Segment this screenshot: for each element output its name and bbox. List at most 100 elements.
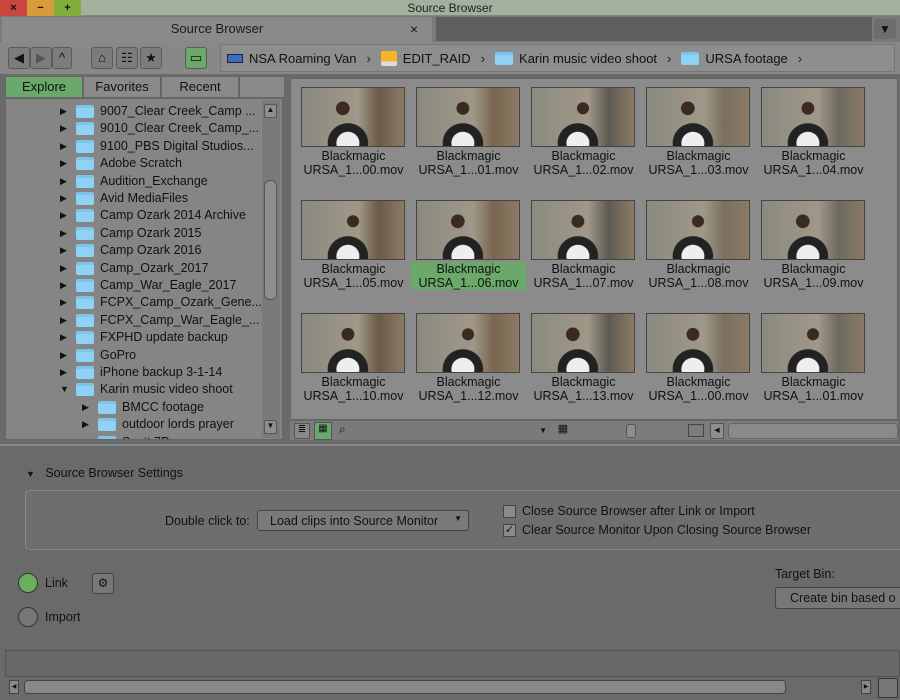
disclosure-open-icon[interactable]: ▼ — [60, 381, 70, 398]
bottom-hscrollbar[interactable]: ◀ ▶ — [6, 679, 876, 695]
search-input[interactable]: ⌕ ▼ — [336, 422, 550, 440]
tab-favorites[interactable]: Favorites — [83, 76, 161, 98]
clip-label[interactable]: Blackmagic URSA_1...09.mov — [756, 262, 871, 290]
tree-item[interactable]: ▶ FXPHD update backup — [60, 329, 228, 346]
back-arrow-icon[interactable]: ◀ — [8, 47, 30, 69]
clip-thumbnail[interactable] — [301, 200, 405, 260]
frame-view-icon[interactable]: ▦ — [314, 422, 332, 440]
disclosure-closed-icon[interactable]: ▶ — [60, 190, 70, 207]
disclosure-closed-icon[interactable]: ▶ — [60, 225, 70, 242]
clip-thumbnail[interactable] — [531, 313, 635, 373]
forward-arrow-icon[interactable]: ▶ — [30, 47, 52, 69]
disclosure-closed-icon[interactable]: ▶ — [60, 103, 70, 120]
tree-item[interactable]: ▶ Avid MediaFiles — [60, 190, 188, 207]
clip-thumbnail[interactable] — [531, 200, 635, 260]
breadcrumb-item[interactable]: NSA Roaming Van — [249, 51, 356, 66]
close-window-button[interactable]: × — [0, 0, 27, 16]
disclosure-closed-icon[interactable]: ▶ — [60, 277, 70, 294]
list-view-icon[interactable]: ≣ — [294, 423, 310, 439]
tree-item[interactable]: ▶ Camp_Ozark_2017 — [60, 260, 208, 277]
clear-monitor-checkbox[interactable]: ✓ Clear Source Monitor Upon Closing Sourc… — [503, 523, 811, 538]
tree-item[interactable]: ▶ BMCC footage — [82, 399, 204, 416]
panel-menu-icon[interactable]: ▼ — [874, 19, 896, 39]
thumbnail-size-slider[interactable] — [626, 424, 636, 438]
tree-item[interactable]: ▶ Scott 7D — [82, 434, 170, 439]
favorites-star-icon[interactable]: ★ — [140, 47, 162, 69]
clip-thumbnail[interactable] — [301, 87, 405, 147]
panel-tab-source-browser[interactable]: Source Browser × — [2, 17, 432, 42]
disclosure-closed-icon[interactable]: ▶ — [60, 260, 70, 277]
double-click-select[interactable]: Load clips into Source Monitor ▼ — [257, 510, 469, 531]
tree-scrollbar[interactable]: ▲ ▼ — [262, 100, 280, 438]
tree-item[interactable]: ▶ GoPro — [60, 347, 136, 364]
settings-disclosure[interactable]: ▼ Source Browser Settings — [26, 466, 183, 480]
disclosure-closed-icon[interactable]: ▶ — [82, 399, 92, 416]
maximize-window-button[interactable]: + — [54, 0, 81, 16]
disclosure-closed-icon[interactable]: ▶ — [60, 242, 70, 259]
clip-label[interactable]: Blackmagic URSA_1...07.mov — [526, 262, 641, 290]
scroll-left-button[interactable]: ◀ — [710, 423, 724, 439]
clip-thumbnail[interactable] — [301, 313, 405, 373]
disclosure-closed-icon[interactable]: ▶ — [60, 207, 70, 224]
breadcrumb-item[interactable]: Karin music video shoot — [519, 51, 657, 66]
clip-thumbnail[interactable] — [416, 200, 520, 260]
drive-toggle-icon[interactable]: ▭ — [185, 47, 207, 69]
scroll-right-button[interactable]: ▶ — [861, 680, 871, 694]
clip-label[interactable]: Blackmagic URSA_1...00.mov — [296, 149, 411, 177]
clip-thumbnail[interactable] — [416, 313, 520, 373]
resize-handle[interactable] — [878, 678, 898, 698]
breadcrumb-item[interactable]: EDIT_RAID — [403, 51, 471, 66]
close-panel-icon[interactable]: × — [410, 17, 418, 42]
tab-recent[interactable]: Recent — [161, 76, 239, 98]
disclosure-closed-icon[interactable]: ▶ — [60, 312, 70, 329]
clip-thumbnail[interactable] — [761, 87, 865, 147]
clip-label[interactable]: Blackmagic URSA_1...02.mov — [526, 149, 641, 177]
up-arrow-icon[interactable]: ^ — [52, 47, 72, 69]
scroll-thumb[interactable] — [264, 180, 277, 300]
scroll-up-button[interactable]: ▲ — [264, 104, 277, 118]
tree-item[interactable]: ▶ Adobe Scratch — [60, 155, 182, 172]
tree-item[interactable]: ▶ FCPX_Camp_Ozark_Gene... — [60, 294, 262, 311]
disclosure-closed-icon[interactable]: ▶ — [60, 120, 70, 137]
disclosure-closed-icon[interactable]: ▶ — [82, 434, 92, 439]
clip-label[interactable]: Blackmagic URSA_1...04.mov — [756, 149, 871, 177]
clip-thumbnail[interactable] — [646, 200, 750, 260]
search-dropdown-icon[interactable]: ▼ — [539, 426, 547, 435]
disclosure-closed-icon[interactable]: ▶ — [60, 364, 70, 381]
clip-thumbnail[interactable] — [416, 87, 520, 147]
disclosure-closed-icon[interactable]: ▶ — [82, 416, 92, 433]
tree-item[interactable]: ▶ Audition_Exchange — [60, 173, 208, 190]
tree-item[interactable]: ▶ Camp Ozark 2014 Archive — [60, 207, 246, 224]
disclosure-closed-icon[interactable]: ▶ — [60, 294, 70, 311]
breadcrumb-item[interactable]: URSA footage — [705, 51, 787, 66]
clip-label[interactable]: Blackmagic URSA_1...12.mov — [411, 375, 526, 403]
clip-label[interactable]: Blackmagic URSA_1...00.mov — [641, 375, 756, 403]
tab-explore[interactable]: Explore — [5, 76, 83, 98]
small-thumbnails-icon[interactable]: ▦ — [554, 422, 572, 440]
clip-label[interactable]: Blackmagic URSA_1...01.mov — [756, 375, 871, 403]
link-settings-gear-icon[interactable]: ⚙ — [92, 573, 114, 594]
clip-label[interactable]: Blackmagic URSA_1...08.mov — [641, 262, 756, 290]
disclosure-closed-icon[interactable]: ▶ — [60, 138, 70, 155]
clip-thumbnail[interactable] — [531, 87, 635, 147]
clip-thumbnail[interactable] — [646, 87, 750, 147]
clip-thumbnail[interactable] — [761, 313, 865, 373]
tree-item[interactable]: ▼ Karin music video shoot — [60, 381, 233, 398]
clip-label[interactable]: Blackmagic URSA_1...10.mov — [296, 375, 411, 403]
scroll-down-button[interactable]: ▼ — [264, 420, 277, 434]
clip-label[interactable]: Blackmagic URSA_1...13.mov — [526, 375, 641, 403]
clip-label[interactable]: Blackmagic URSA_1...03.mov — [641, 149, 756, 177]
clip-thumbnail[interactable] — [761, 200, 865, 260]
scroll-thumb[interactable] — [24, 680, 786, 694]
disclosure-closed-icon[interactable]: ▶ — [60, 173, 70, 190]
link-radio[interactable]: Link — [18, 573, 68, 593]
disclosure-closed-icon[interactable]: ▶ — [60, 329, 70, 346]
tree-item[interactable]: ▶ Camp Ozark 2015 — [60, 225, 201, 242]
clip-label[interactable]: Blackmagic URSA_1...05.mov — [296, 262, 411, 290]
home-icon[interactable]: ⌂ — [91, 47, 113, 69]
clip-label[interactable]: Blackmagic URSA_1...01.mov — [411, 149, 526, 177]
import-radio[interactable]: Import — [18, 607, 80, 627]
scroll-left-button[interactable]: ◀ — [9, 680, 19, 694]
tree-item[interactable]: ▶ 9100_PBS Digital Studios... — [60, 138, 254, 155]
disclosure-closed-icon[interactable]: ▶ — [60, 155, 70, 172]
